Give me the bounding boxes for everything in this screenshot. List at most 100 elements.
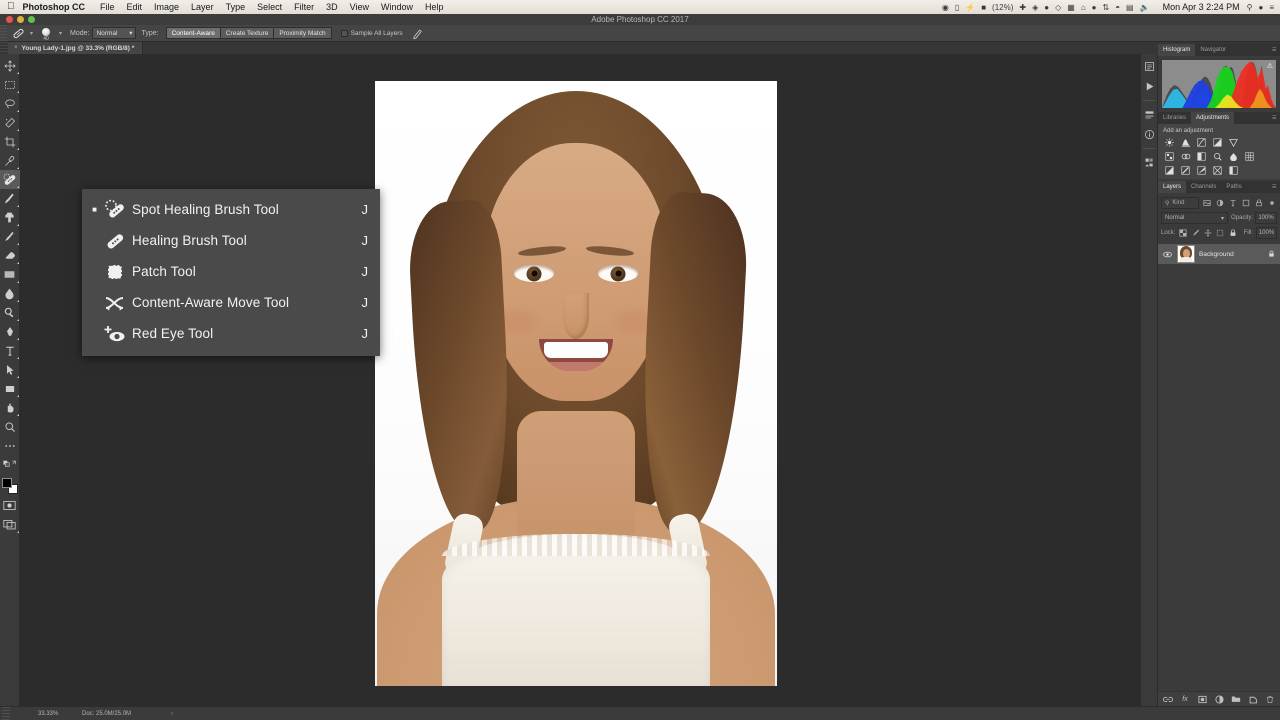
type-proximity-match-button[interactable]: Proximity Match	[273, 27, 332, 39]
sidebar-item-eraser-tool[interactable]	[0, 246, 20, 265]
curves-icon[interactable]	[1195, 137, 1208, 148]
flag-icon[interactable]: ◇	[1055, 3, 1061, 12]
notification-center-icon[interactable]: ≡	[1269, 3, 1274, 12]
color-balance-icon[interactable]	[1179, 151, 1192, 162]
threshold-icon[interactable]	[1195, 165, 1208, 176]
lock-all-icon[interactable]	[1228, 228, 1237, 238]
status-bar-grip[interactable]	[2, 706, 10, 720]
table-row[interactable]: Background	[1158, 243, 1280, 265]
tab-bar-grip[interactable]	[0, 42, 8, 54]
posterize-icon[interactable]	[1179, 165, 1192, 176]
layer-kind-filter[interactable]: ⚲ Kind	[1161, 197, 1199, 209]
lock-image-icon[interactable]	[1191, 228, 1200, 238]
edit-toolbar-icon[interactable]	[0, 436, 20, 455]
menu-image[interactable]: Image	[148, 2, 185, 12]
spot-healing-brush-icon[interactable]	[10, 26, 27, 40]
siri-icon[interactable]: ●	[1258, 3, 1263, 12]
screen-mode-icon[interactable]	[0, 515, 20, 534]
add-mask-icon[interactable]	[1197, 694, 1207, 704]
tab-layers[interactable]: Layers	[1158, 181, 1187, 193]
sidebar-item-rectangle-tool[interactable]	[0, 379, 20, 398]
battery-icon[interactable]: ■	[981, 3, 986, 12]
bolt-icon[interactable]: ⚡	[965, 3, 975, 12]
brush-preset-caret-icon[interactable]: ▾	[56, 30, 65, 37]
sidebar-item-dodge-tool[interactable]	[0, 303, 20, 322]
vibrance-icon[interactable]	[1227, 137, 1240, 148]
status-expand-arrow-icon[interactable]: ›	[131, 711, 173, 717]
new-adjustment-icon[interactable]	[1214, 694, 1224, 704]
panel-menu-icon[interactable]: ☰	[1272, 115, 1277, 121]
calendar-icon[interactable]: ▦	[1067, 3, 1075, 12]
type-create-texture-button[interactable]: Create Texture	[219, 27, 274, 39]
sidebar-item-brush-tool[interactable]	[0, 189, 20, 208]
type-filter-icon[interactable]	[1228, 198, 1238, 209]
brush-size-preview[interactable]: 40	[36, 26, 56, 42]
smart-object-filter-icon[interactable]	[1254, 198, 1264, 209]
sidebar-item-eyedropper-tool[interactable]	[0, 151, 20, 170]
panel-menu-icon[interactable]: ☰	[1272, 47, 1277, 53]
flyout-item-red-eye-tool[interactable]: Red Eye Tool J	[82, 318, 380, 349]
new-layer-icon[interactable]	[1248, 694, 1258, 704]
opacity-value[interactable]: 100%	[1255, 212, 1277, 224]
info-icon[interactable]	[1141, 126, 1157, 143]
menu-file[interactable]: File	[94, 2, 121, 12]
history-icon[interactable]	[1141, 58, 1157, 75]
close-icon[interactable]: ×	[14, 45, 18, 51]
photo-filter-icon[interactable]	[1211, 151, 1224, 162]
lock-artboard-icon[interactable]	[1216, 228, 1225, 238]
menu-view[interactable]: View	[344, 2, 375, 12]
default-colors-icon[interactable]	[0, 455, 20, 474]
properties-icon[interactable]	[1141, 106, 1157, 123]
blend-mode-select[interactable]: Normal ▾	[92, 27, 137, 39]
pressure-pen-icon[interactable]	[411, 26, 425, 40]
tool-preset-caret-icon[interactable]: ▾	[27, 30, 36, 37]
shape-filter-icon[interactable]	[1241, 198, 1251, 209]
sidebar-item-path-selection-tool[interactable]	[0, 360, 20, 379]
sidebar-item-clone-stamp-tool[interactable]	[0, 208, 20, 227]
cloud-sync-icon[interactable]: ✚	[1019, 3, 1026, 12]
sidebar-item-spot-healing-brush-tool[interactable]	[0, 170, 20, 189]
quick-mask-icon[interactable]	[0, 496, 20, 515]
volume-icon[interactable]: 🔈	[1140, 3, 1150, 12]
invert-icon[interactable]	[1163, 165, 1176, 176]
channel-mixer-icon[interactable]	[1227, 151, 1240, 162]
flyout-item-healing-brush-tool[interactable]: Healing Brush Tool J	[82, 225, 380, 256]
spotlight-search-icon[interactable]: ⚲	[1247, 3, 1253, 12]
delete-layer-icon[interactable]	[1265, 694, 1275, 704]
menu-3d[interactable]: 3D	[320, 2, 344, 12]
type-content-aware-button[interactable]: Content-Aware	[165, 27, 220, 39]
display-icon[interactable]: ▯	[955, 3, 959, 12]
levels-icon[interactable]	[1179, 137, 1192, 148]
exposure-icon[interactable]	[1211, 137, 1224, 148]
sidebar-item-move-tool[interactable]	[0, 56, 20, 75]
spot-healing-tool-flyout-menu[interactable]: ■ Spot Healing Brush Tool J Healing Brus…	[82, 189, 380, 356]
sidebar-item-type-tool[interactable]	[0, 341, 20, 360]
sidebar-item-pen-tool[interactable]	[0, 322, 20, 341]
tab-paths[interactable]: Paths	[1221, 181, 1247, 193]
adjustment-filter-icon[interactable]	[1215, 198, 1225, 209]
fill-value[interactable]: 100%	[1256, 227, 1277, 239]
flyout-item-patch-tool[interactable]: Patch Tool J	[82, 256, 380, 287]
menu-layer[interactable]: Layer	[185, 2, 220, 12]
sidebar-item-gradient-tool[interactable]	[0, 265, 20, 284]
black-white-icon[interactable]	[1195, 151, 1208, 162]
new-group-icon[interactable]	[1231, 694, 1241, 704]
layer-opacity-control[interactable]: Opacity: 100%	[1231, 212, 1277, 224]
flyout-item-content-aware-move-tool[interactable]: Content-Aware Move Tool J	[82, 287, 380, 318]
layer-name[interactable]: Background	[1199, 251, 1262, 258]
document-tab[interactable]: × Young Lady-1.jpg @ 33.3% (RGB/8) *	[8, 42, 144, 54]
sidebar-item-history-brush-tool[interactable]	[0, 227, 20, 246]
menubar-clock[interactable]: Mon Apr 3 2:24 PM	[1156, 2, 1247, 12]
pixel-filter-icon[interactable]	[1202, 198, 1212, 209]
layer-style-fx-icon[interactable]: fx	[1180, 694, 1190, 704]
tab-histogram[interactable]: Histogram	[1158, 44, 1196, 56]
apple-logo-icon[interactable]: 	[0, 2, 23, 12]
layer-thumbnail[interactable]	[1177, 245, 1195, 263]
menu-window[interactable]: Window	[375, 2, 419, 12]
color-swatches[interactable]	[0, 476, 20, 496]
link-layers-icon[interactable]	[1163, 694, 1173, 704]
sidebar-item-hand-tool[interactable]	[0, 398, 20, 417]
options-bar-grip[interactable]	[0, 24, 7, 42]
lock-position-icon[interactable]	[1203, 228, 1212, 238]
wifi-icon[interactable]: ◓	[1115, 3, 1120, 12]
